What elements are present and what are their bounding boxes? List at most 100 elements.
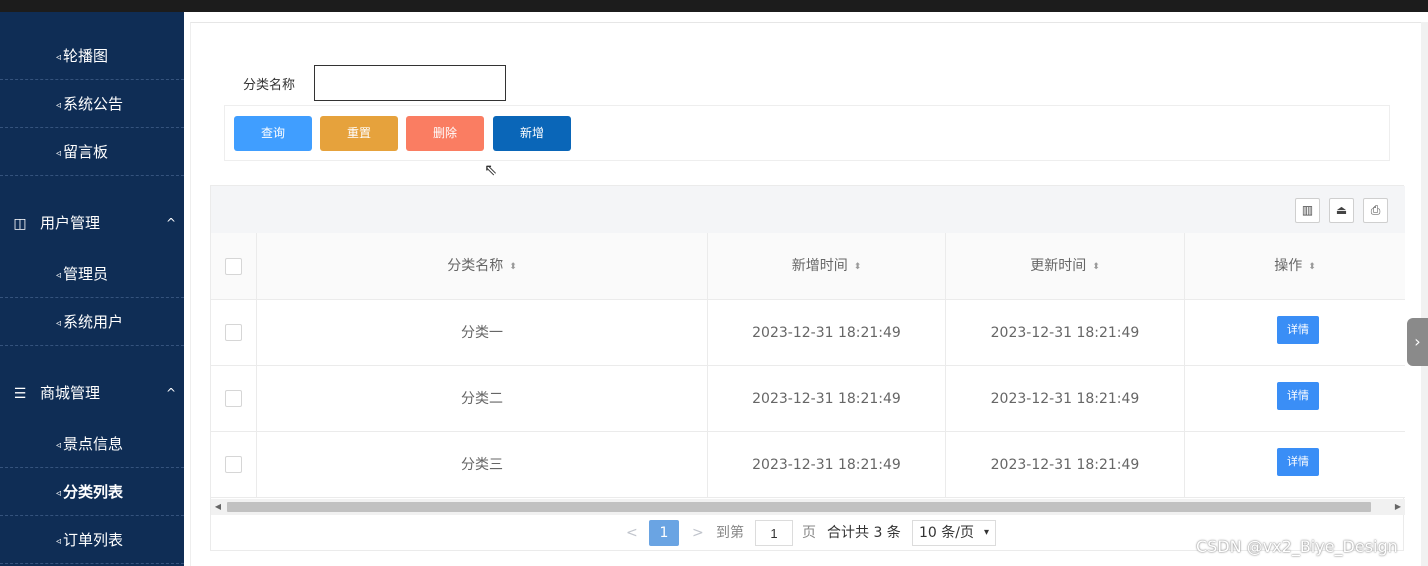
sort-icon: ⬍ [509, 262, 517, 272]
triangle-left-icon: ◃ [56, 148, 62, 159]
updated-time-cell: 2023-12-31 18:21:49 [946, 300, 1185, 366]
column-label: 分类名称 [447, 258, 504, 274]
next-page-button[interactable]: > [692, 520, 704, 546]
column-header-updated-time[interactable]: 更新时间 ⬍ [946, 233, 1185, 300]
column-header-category-name[interactable]: 分类名称 ⬍ [257, 233, 708, 300]
sidebar-item-category-list[interactable]: ◃ 分类列表 [0, 468, 184, 516]
sort-icon: ⬍ [1092, 262, 1100, 272]
row-checkbox[interactable] [225, 324, 242, 341]
triangle-left-icon: ◃ [56, 318, 62, 329]
search-label: 分类名称 [243, 78, 296, 93]
row-select-cell [211, 432, 257, 498]
data-table: ▥ ⏏ ⎙ 分类名称 ⬍ 新增时间 ⬍ 更新时间 ⬍ 操作 ⬍ 分类一 2023-12-… [210, 185, 1405, 551]
columns-icon[interactable]: ▥ [1295, 198, 1320, 223]
page-size-value: 10 条/页 [919, 525, 974, 541]
prev-page-button[interactable]: < [626, 520, 638, 546]
list-icon: ☰ [13, 386, 27, 402]
table-row: 分类三 2023-12-31 18:21:49 2023-12-31 18:21… [211, 432, 1405, 498]
select-all-checkbox[interactable] [225, 258, 242, 275]
sidebar-group-label: 商城管理 [40, 384, 101, 402]
sidebar-item-carousel[interactable]: ◃ 轮播图 [0, 32, 184, 80]
created-time-cell: 2023-12-31 18:21:49 [708, 300, 946, 366]
created-time-cell: 2023-12-31 18:21:49 [708, 366, 946, 432]
add-button[interactable]: 新增 [493, 116, 571, 151]
table-header: 分类名称 ⬍ 新增时间 ⬍ 更新时间 ⬍ 操作 ⬍ [211, 233, 1405, 300]
updated-time-cell: 2023-12-31 18:21:49 [946, 366, 1185, 432]
triangle-left-icon: ◃ [56, 52, 62, 63]
chevron-up-icon: ^ [165, 386, 176, 400]
updated-time-cell: 2023-12-31 18:21:49 [946, 432, 1185, 498]
category-name-cell: 分类二 [257, 366, 708, 432]
table-toolbar: ▥ ⏏ ⎙ [211, 186, 1405, 233]
triangle-left-icon: ◃ [56, 440, 62, 451]
sidebar-item-label: 管理员 [63, 265, 109, 283]
sidebar-item-label: 分类列表 [63, 483, 124, 501]
sidebar-item-announcement[interactable]: ◃ 系统公告 [0, 80, 184, 128]
sidebar-item-system-users[interactable]: ◃ 系统用户 [0, 298, 184, 346]
triangle-left-icon: ◃ [56, 536, 62, 547]
row-checkbox[interactable] [225, 456, 242, 473]
button-bar [224, 105, 1390, 161]
page-size-select[interactable]: 10 条/页 ▾ [912, 520, 996, 546]
watermark: CSDN @vx2_Biye_Design [1196, 537, 1398, 556]
sidebar-item-message-board[interactable]: ◃ 留言板 [0, 128, 184, 176]
sidebar-item-label: 订单列表 [63, 531, 124, 549]
column-label: 更新时间 [1030, 258, 1087, 274]
row-select-cell [211, 300, 257, 366]
sidebar-item-label: 系统公告 [63, 95, 124, 113]
sidebar-group-user-management[interactable]: ◫ 用户管理 ^ [0, 201, 184, 245]
chevron-up-icon: ^ [165, 216, 176, 230]
chevron-down-icon: ▾ [983, 527, 989, 538]
goto-label: 到第 [716, 525, 744, 541]
column-header-actions[interactable]: 操作 ⬍ [1185, 233, 1405, 300]
sidebar-group-label: 用户管理 [40, 214, 101, 232]
chevron-right-icon[interactable]: › [1407, 318, 1428, 366]
goto-page-input[interactable] [755, 520, 793, 546]
scroll-right-icon[interactable]: ▶ [1391, 499, 1405, 515]
scrollbar-thumb[interactable] [227, 502, 1371, 512]
detail-button[interactable]: 详情 [1277, 316, 1319, 344]
column-header-created-time[interactable]: 新增时间 ⬍ [708, 233, 946, 300]
current-page[interactable]: 1 [649, 520, 679, 546]
window-top-bar [0, 0, 1428, 12]
print-icon[interactable]: ⎙ [1363, 198, 1388, 223]
triangle-left-icon: ◃ [56, 100, 62, 111]
total-count: 合计共 3 条 [827, 525, 901, 541]
row-select-cell [211, 366, 257, 432]
sidebar-item-label: 轮播图 [63, 47, 109, 65]
detail-button[interactable]: 详情 [1277, 382, 1319, 410]
reset-button[interactable]: 重置 [320, 116, 398, 151]
category-name-cell: 分类三 [257, 432, 708, 498]
mouse-cursor-icon: ⇖ [484, 160, 498, 179]
delete-button[interactable]: 删除 [406, 116, 484, 151]
table-row: 分类二 2023-12-31 18:21:49 2023-12-31 18:21… [211, 366, 1405, 432]
select-all-cell [211, 233, 257, 300]
vertical-scrollbar[interactable] [1421, 22, 1428, 566]
sidebar-group-mall-management[interactable]: ☰ 商城管理 ^ [0, 371, 184, 415]
sidebar-item-attractions[interactable]: ◃ 景点信息 [0, 420, 184, 468]
sidebar-item-order-list[interactable]: ◃ 订单列表 [0, 516, 184, 564]
triangle-left-icon: ◃ [56, 270, 62, 281]
sidebar-item-admin[interactable]: ◃ 管理员 [0, 250, 184, 298]
column-label: 新增时间 [791, 258, 848, 274]
triangle-left-icon: ◃ [56, 488, 62, 499]
query-button[interactable]: 查询 [234, 116, 312, 151]
row-checkbox[interactable] [225, 390, 242, 407]
detail-button[interactable]: 详情 [1277, 448, 1319, 476]
sidebar-item-label: 留言板 [63, 143, 109, 161]
sort-icon: ⬍ [853, 262, 862, 272]
category-name-search-input[interactable] [314, 65, 506, 101]
column-label: 操作 [1274, 258, 1303, 274]
export-icon[interactable]: ⏏ [1329, 198, 1354, 223]
horizontal-scrollbar[interactable]: ◀ ▶ [211, 499, 1405, 515]
table-row: 分类一 2023-12-31 18:21:49 2023-12-31 18:21… [211, 300, 1405, 366]
category-name-cell: 分类一 [257, 300, 708, 366]
created-time-cell: 2023-12-31 18:21:49 [708, 432, 946, 498]
sidebar: ◃ 轮播图 ◃ 系统公告 ◃ 留言板 ◫ 用户管理 ^ ◃ 管理员 ◃ 系统用户 ☰ 商城管理… [0, 12, 184, 566]
page-suffix-label: 页 [802, 525, 816, 541]
sidebar-item-label: 景点信息 [63, 435, 124, 453]
sort-icon: ⬍ [1308, 262, 1316, 272]
sidebar-item-label: 系统用户 [63, 313, 124, 331]
book-icon: ◫ [13, 216, 27, 232]
scroll-left-icon[interactable]: ◀ [211, 499, 225, 515]
